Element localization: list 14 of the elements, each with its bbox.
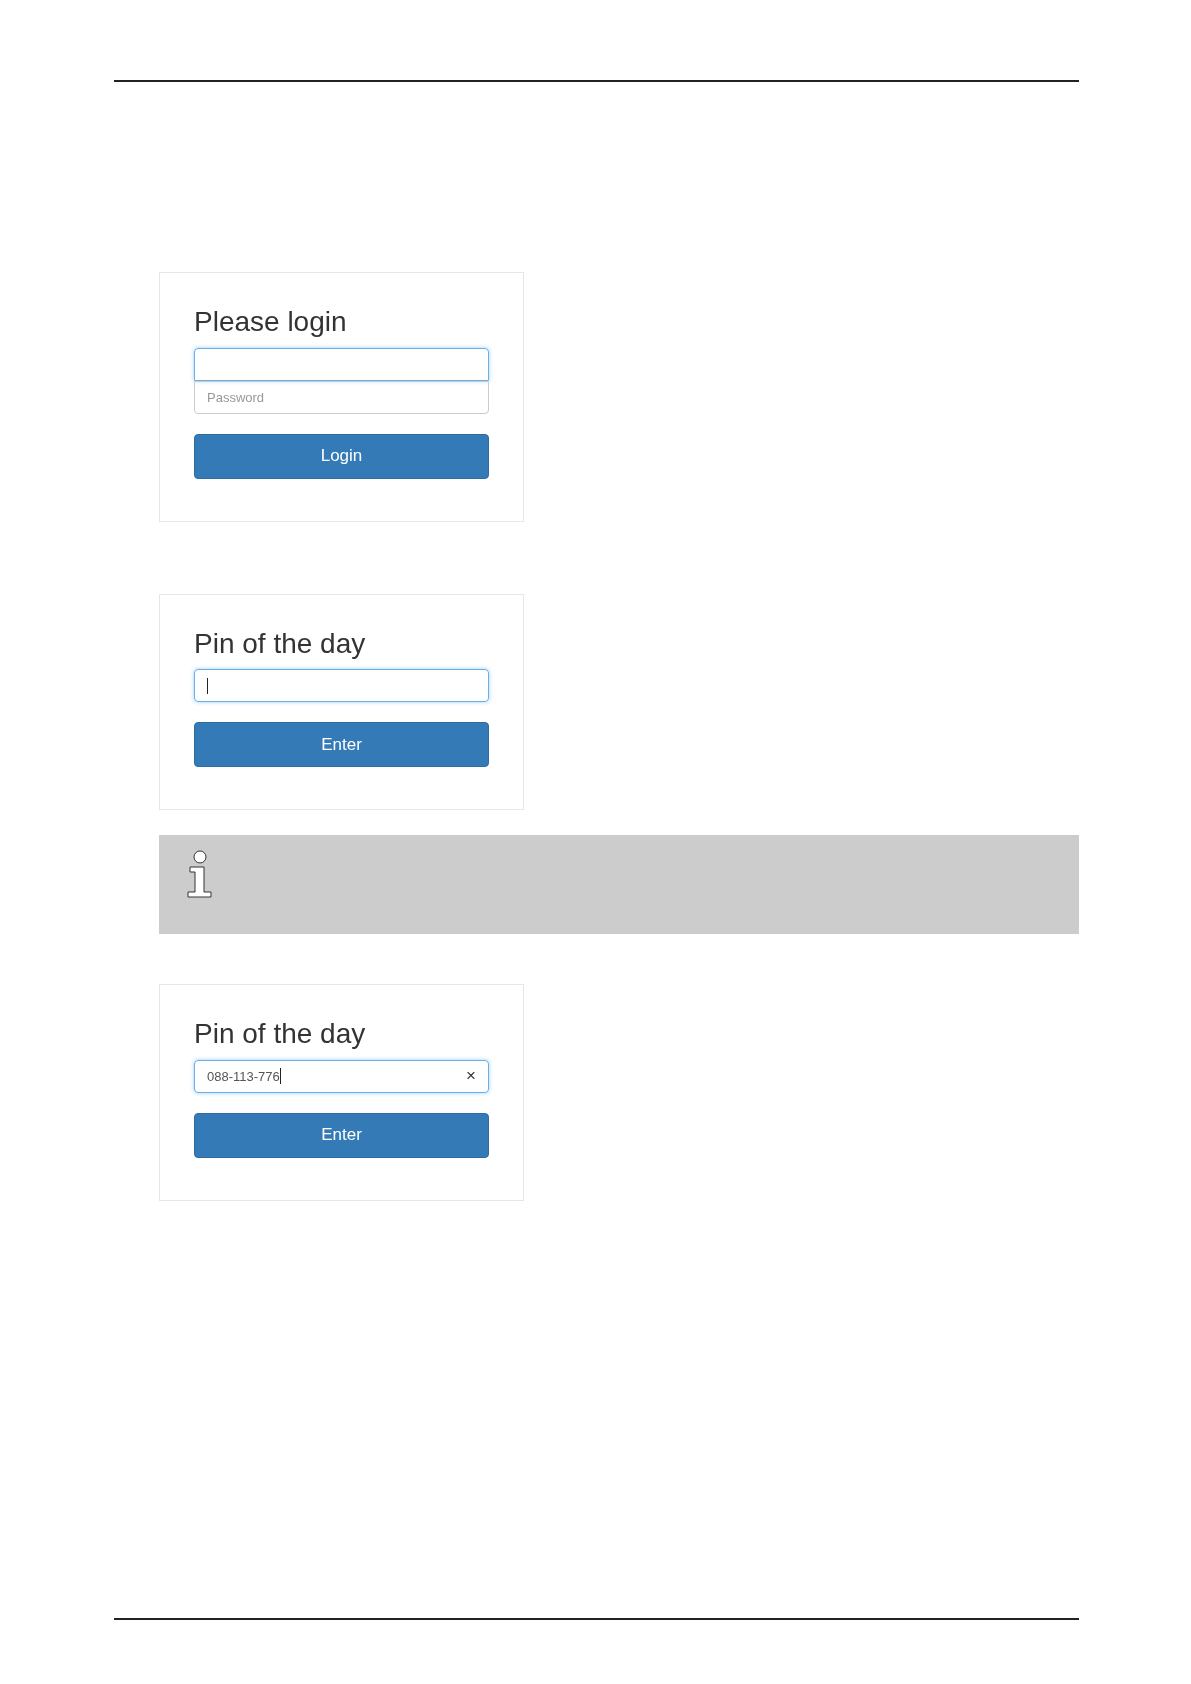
text-cursor: [279, 1068, 281, 1085]
input-field[interactable]: 088-113-776 ×: [194, 1059, 489, 1093]
text-cursor: [207, 677, 208, 694]
clear-button[interactable]: ×: [466, 1066, 476, 1087]
login-button[interactable]: Login: [194, 433, 489, 479]
input-field[interactable]: [194, 347, 489, 381]
enter-button[interactable]: Enter: [194, 722, 489, 768]
input-field[interactable]: [194, 669, 489, 703]
info-icon: [186, 849, 214, 900]
card-title: Please login: [194, 305, 348, 339]
card-title: Pin of the day: [194, 1017, 367, 1051]
enter-button[interactable]: Enter: [194, 1112, 489, 1158]
input-field[interactable]: Password: [194, 380, 489, 414]
card-title: Pin of the day: [194, 626, 367, 661]
